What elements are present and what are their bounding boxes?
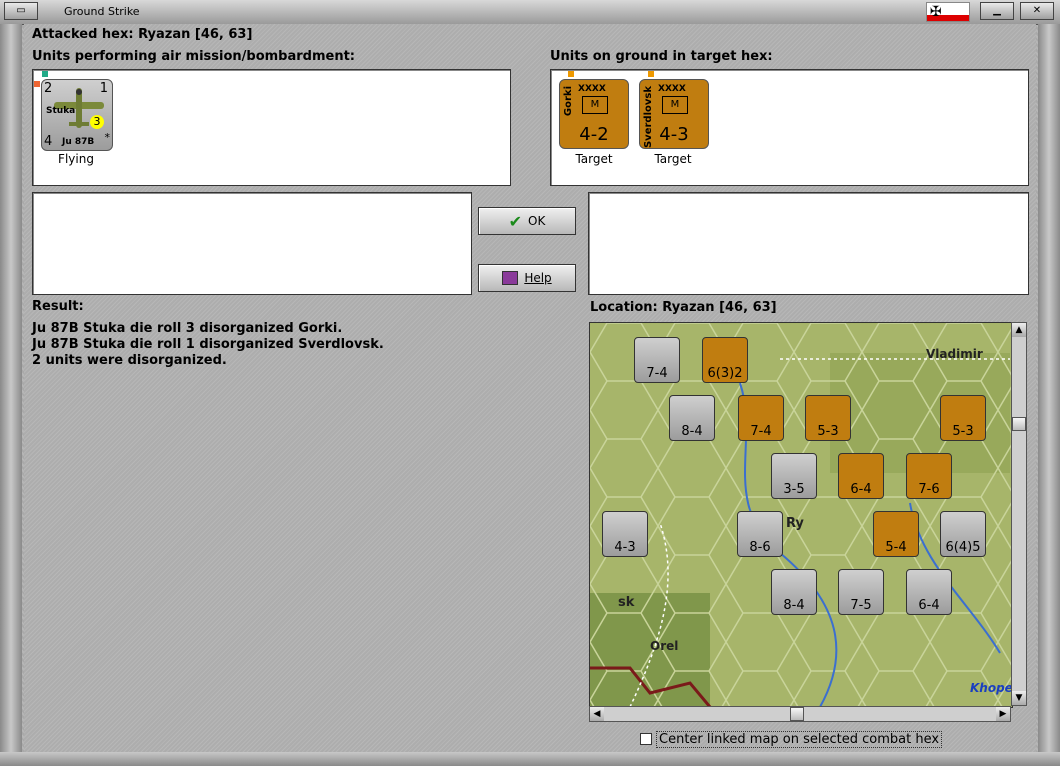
status-marker-icon	[34, 81, 40, 87]
map-unit-counter[interactable]: 7-6	[906, 453, 952, 499]
map-unit-counter[interactable]: 5-4	[873, 511, 919, 557]
status-marker-icon	[42, 71, 48, 77]
ok-label: OK	[528, 214, 546, 228]
air-units-label: Units performing air mission/bombardment…	[32, 49, 356, 64]
left-border	[0, 24, 22, 766]
map-unit-counter[interactable]: 8-4	[669, 395, 715, 441]
scroll-up-icon[interactable]: ▲	[1012, 323, 1026, 337]
map-unit-counter[interactable]: 8-6	[737, 511, 783, 557]
result-line: Ju 87B Stuka die roll 1 disorganized Sve…	[32, 337, 384, 352]
mechanized-symbol-icon: M	[582, 96, 608, 114]
unit-type: Ju 87B	[62, 137, 95, 147]
map-place-name: sk	[618, 595, 635, 610]
map-unit-counter[interactable]: 7-4	[634, 337, 680, 383]
unit-size: XXXX	[578, 84, 606, 94]
location-label: Location: Ryazan [46, 63]	[590, 300, 777, 315]
ground-unit-status: Target	[654, 152, 692, 166]
map-unit-counter[interactable]: 6-4	[838, 453, 884, 499]
map-unit-counter[interactable]: 6(3)2	[702, 337, 748, 383]
scroll-down-icon[interactable]: ▼	[1012, 691, 1026, 705]
unit-size: XXXX	[658, 84, 686, 94]
result-line: Ju 87B Stuka die roll 3 disorganized Gor…	[32, 321, 343, 336]
ground-unit-status: Target	[575, 152, 613, 166]
unit-defense-value: 4	[44, 134, 53, 149]
ground-unit-counter[interactable]: Sverdlovsk XXXX M 4-3	[639, 79, 709, 149]
unit-name: Gorki	[563, 86, 574, 117]
close-button[interactable]: ✕	[1020, 2, 1054, 20]
map-unit-counter[interactable]: 6-4	[906, 569, 952, 615]
attacker-details-panel	[32, 192, 472, 295]
status-marker-icon	[568, 71, 574, 77]
help-button[interactable]: Help	[478, 264, 576, 292]
map-unit-counter[interactable]: 8-4	[771, 569, 817, 615]
map-place-name: Khope	[970, 681, 1013, 695]
map-unit-counter[interactable]: 4-3	[602, 511, 648, 557]
system-menu-button[interactable]: ▭	[4, 2, 38, 20]
scroll-right-icon[interactable]: ▶	[996, 707, 1010, 721]
help-book-icon	[502, 271, 519, 285]
unit-name: Stuka	[46, 106, 76, 116]
scroll-left-icon[interactable]: ◀	[590, 707, 604, 721]
center-map-label[interactable]: Center linked map on selected combat hex	[656, 731, 943, 748]
ground-unit-counter[interactable]: Gorki XXXX M 4-2	[559, 79, 629, 149]
defender-details-panel	[588, 192, 1029, 295]
ok-button[interactable]: ✔ OK	[478, 207, 576, 235]
result-line: 2 units were disorganized.	[32, 353, 227, 368]
minimize-button[interactable]: ▁	[980, 2, 1014, 20]
horizontal-scroll-thumb[interactable]	[790, 707, 804, 721]
vertical-scroll-thumb[interactable]	[1012, 417, 1026, 431]
mechanized-symbol-icon: M	[662, 96, 688, 114]
air-units-panel: 2 1 Stuka 3 4 Ju 87B * Flying	[32, 69, 511, 186]
map-unit-counter[interactable]: 7-4	[738, 395, 784, 441]
checkmark-icon: ✔	[508, 211, 523, 231]
map-place-name: Orel	[650, 639, 679, 653]
tactical-map[interactable]: Vladimir Ry Orel sk Khope 7-4 6(3)2 7-4 …	[589, 322, 1013, 708]
unit-strength: 4-2	[579, 124, 609, 145]
window-title: Ground Strike	[64, 5, 140, 18]
status-marker-icon	[648, 71, 654, 77]
result-label: Result:	[32, 299, 84, 314]
map-unit-counter[interactable]: 7-5	[838, 569, 884, 615]
bottom-border	[0, 752, 1060, 766]
unit-strength: 4-3	[659, 124, 689, 145]
map-horizontal-scrollbar[interactable]: ◀ ▶	[589, 706, 1011, 722]
minimize-icon: ▁	[993, 5, 1001, 16]
attacked-hex-label: Attacked hex: Ryazan [46, 63]	[32, 27, 253, 42]
unit-badge: 3	[90, 115, 104, 129]
map-unit-counter[interactable]: 3-5	[771, 453, 817, 499]
map-place-name: Ry	[786, 516, 804, 531]
ground-units-label: Units on ground in target hex:	[550, 49, 773, 64]
map-vertical-scrollbar[interactable]: ▲ ▼	[1011, 322, 1027, 706]
help-label: Help	[524, 271, 552, 285]
menu-icon: ▭	[16, 5, 26, 16]
air-unit-status: Flying	[58, 152, 94, 166]
center-map-checkbox[interactable]	[640, 733, 652, 745]
air-unit-counter[interactable]: 2 1 Stuka 3 4 Ju 87B *	[41, 79, 113, 151]
title-bar: ▭ Ground Strike ✠ ▁ ✕	[0, 0, 1060, 25]
ground-units-panel: Gorki XXXX M 4-2 Target Sverdlovsk XXXX …	[550, 69, 1029, 186]
close-icon: ✕	[1032, 5, 1042, 16]
map-unit-counter[interactable]: 6(4)5	[940, 511, 986, 557]
map-unit-counter[interactable]: 5-3	[940, 395, 986, 441]
right-border	[1038, 24, 1060, 766]
map-unit-counter[interactable]: 5-3	[805, 395, 851, 441]
faction-flag-icon: ✠	[926, 2, 970, 22]
map-place-name: Vladimir	[926, 347, 983, 361]
